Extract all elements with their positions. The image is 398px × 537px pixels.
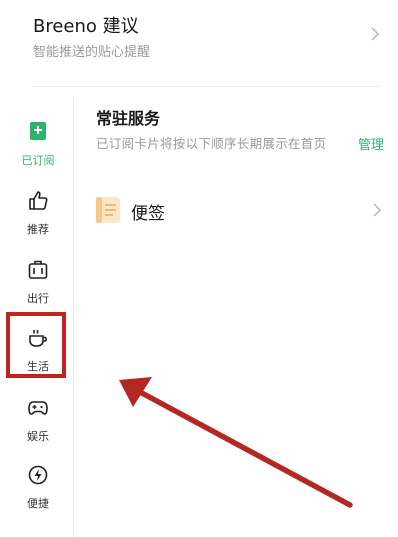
chevron-right-icon bbox=[371, 27, 380, 41]
sidebar-item-label: 便捷 bbox=[27, 497, 49, 510]
gamepad-icon bbox=[28, 401, 48, 415]
breeno-title: Breeno 建议 bbox=[33, 16, 139, 37]
subscribed-content: 常驻服务 已订阅卡片将按以下顺序长期展示在首页 管理 便签 bbox=[96, 97, 398, 297]
section-title: 常驻服务 bbox=[96, 109, 161, 128]
sidebar-item-label: 推荐 bbox=[27, 223, 49, 236]
sidebar-item-label: 出行 bbox=[27, 292, 49, 305]
chevron-right-icon bbox=[373, 203, 382, 217]
lightning-icon bbox=[28, 465, 48, 485]
thumbs-up-icon bbox=[29, 191, 48, 210]
section-description: 已订阅卡片将按以下顺序长期展示在首页 bbox=[96, 136, 327, 151]
sidebar-item-entertainment[interactable]: 娱乐 bbox=[4, 397, 72, 457]
sidebar-item-recommend[interactable]: 推荐 bbox=[4, 190, 72, 250]
breeno-subtitle: 智能推送的贴心提醒 bbox=[33, 45, 151, 60]
sidebar-item-label: 娱乐 bbox=[27, 430, 49, 443]
breeno-suggestion-card[interactable]: Breeno 建议 智能推送的贴心提醒 bbox=[0, 0, 398, 86]
divider bbox=[33, 86, 381, 87]
service-item-label: 便签 bbox=[131, 204, 165, 224]
sidebar-item-subscribed[interactable]: 已订阅 bbox=[4, 121, 72, 181]
sidebar-item-convenience[interactable]: 便捷 bbox=[4, 464, 72, 524]
subscribed-icon bbox=[30, 122, 46, 140]
note-icon bbox=[96, 197, 120, 223]
manage-button[interactable]: 管理 bbox=[358, 134, 384, 153]
sidebar-item-travel[interactable]: 出行 bbox=[4, 259, 72, 319]
sidebar-divider bbox=[73, 97, 74, 537]
service-item-notes[interactable]: 便签 bbox=[96, 197, 398, 225]
sidebar-item-label: 已订阅 bbox=[21, 154, 55, 167]
annotation-highlight-box bbox=[6, 312, 66, 378]
luggage-icon bbox=[28, 260, 48, 279]
